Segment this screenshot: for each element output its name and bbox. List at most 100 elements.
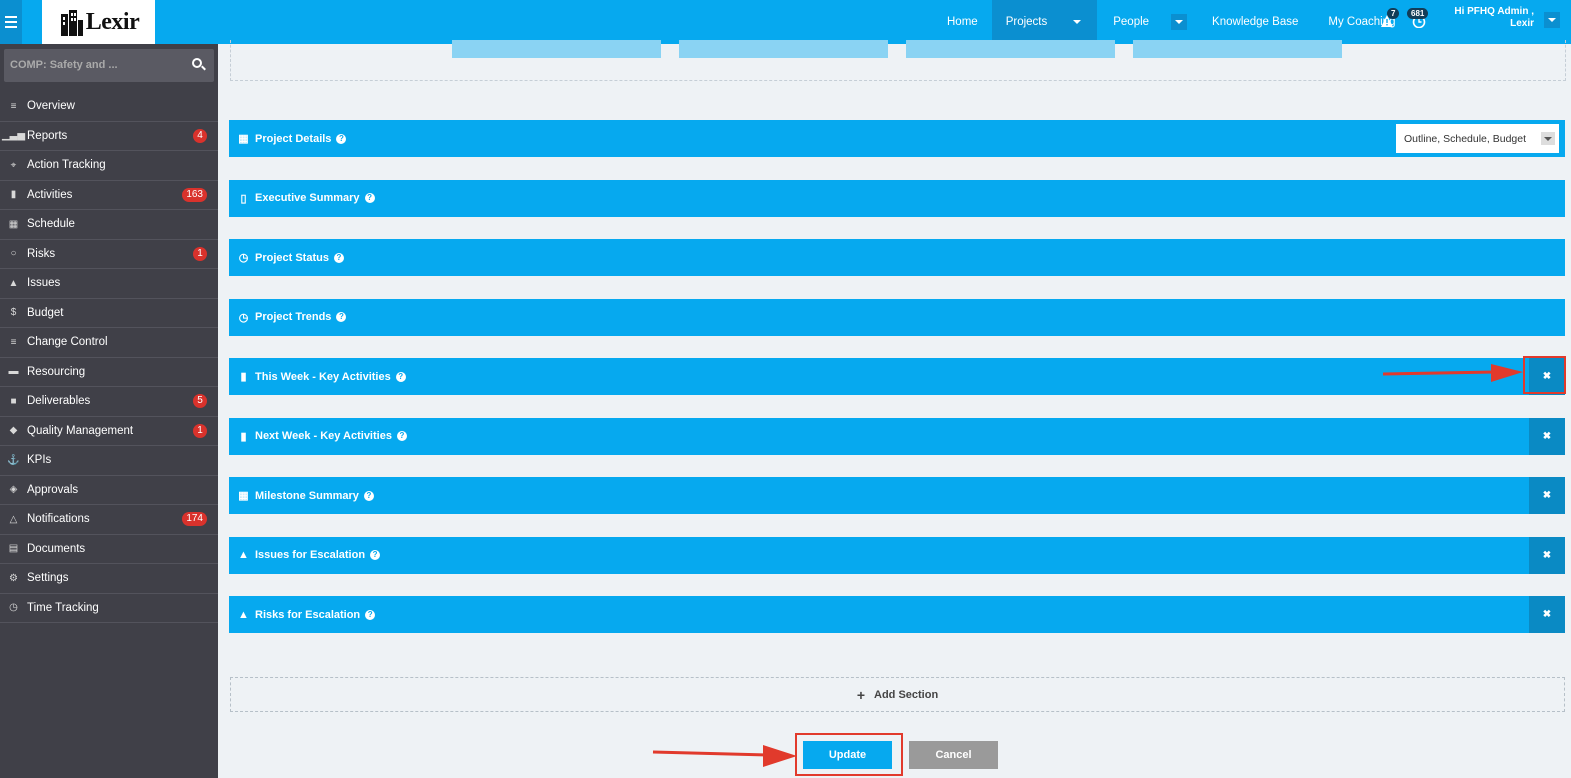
sidebar-item-quality-management[interactable]: ◆ Quality Management 1: [0, 417, 218, 446]
lightbulb-icon: ○: [10, 248, 17, 260]
remove-section-close-icon[interactable]: ✖: [1529, 536, 1565, 574]
nav-home[interactable]: Home: [933, 0, 992, 44]
ticket-icon: ◈: [9, 484, 18, 496]
sidebar-item-label: Action Tracking: [27, 159, 106, 172]
sidebar-item-settings[interactable]: ⚙ Settings: [0, 564, 218, 594]
sidebar-item-label: Schedule: [27, 218, 75, 231]
report-section-project-details[interactable]: ▦ Project Details? Outline, Schedule, Budg…: [229, 120, 1565, 157]
report-section-milestone-summary[interactable]: ▦ Milestone Summary? ✖: [229, 477, 1565, 514]
user-greeting[interactable]: Hi PFHQ Admin , Lexir: [1442, 6, 1534, 30]
nav-knowledge-base[interactable]: Knowledge Base: [1195, 0, 1314, 44]
cancel-button[interactable]: Cancel: [909, 741, 998, 769]
building-icon: [60, 10, 83, 36]
bell-icon: △: [9, 513, 18, 525]
sidebar-item-notifications[interactable]: △ Notifications 174: [0, 505, 218, 535]
count-badge: 163: [182, 187, 207, 202]
files-icon: ▤: [8, 543, 19, 555]
remove-section-close-icon[interactable]: ✖: [1529, 477, 1565, 514]
help-icon[interactable]: ?: [365, 609, 376, 620]
bar-chart-icon: ▁▃▅: [1, 130, 26, 142]
calendar-icon: ▦: [238, 490, 249, 502]
search-icon[interactable]: [192, 58, 202, 68]
help-icon[interactable]: ?: [333, 252, 344, 263]
help-icon[interactable]: ?: [370, 550, 381, 560]
plus-icon: +: [856, 686, 865, 703]
project-search-value: COMP: Safety and ...: [10, 59, 118, 71]
project-search-input[interactable]: COMP: Safety and ...: [4, 49, 214, 82]
template-tile[interactable]: [679, 40, 888, 58]
help-icon[interactable]: ?: [396, 431, 407, 441]
sidebar-item-issues[interactable]: ▲ Issues: [0, 269, 218, 299]
sidebar-item-resourcing[interactable]: ▬ Resourcing: [0, 358, 218, 387]
template-tile[interactable]: [452, 40, 661, 58]
truck-icon: ■: [10, 395, 17, 407]
template-tile[interactable]: [1133, 40, 1342, 58]
sidebar-item-deliverables[interactable]: ■ Deliverables 5: [0, 387, 218, 417]
chevron-down-icon[interactable]: [1171, 14, 1188, 30]
sidebar-item-reports[interactable]: ▁▃▅ Reports 4: [0, 122, 218, 151]
sidebar-item-time-tracking[interactable]: ◷ Time Tracking: [0, 594, 218, 623]
sidebar-item-action-tracking[interactable]: ⌖ Action Tracking: [0, 151, 218, 181]
calendar-icon: ▦: [8, 218, 19, 230]
bookmark-icon: ▮: [10, 189, 17, 201]
user-greeting-name: Hi PFHQ Admin ,: [1454, 6, 1534, 17]
section-options-select[interactable]: Outline, Schedule, Budget: [1396, 124, 1559, 153]
section-title: Executive Summary: [255, 192, 360, 204]
nav-projects[interactable]: Projects: [991, 0, 1098, 44]
report-section-project-status[interactable]: ◷ Project Status?: [229, 239, 1565, 276]
clock-icon: ◷: [9, 602, 18, 614]
report-section-issues-for-escalation[interactable]: ▲ Issues for Escalation? ✖: [229, 536, 1565, 574]
help-icon[interactable]: ?: [364, 193, 375, 203]
sidebar-item-kpis[interactable]: ⚓ KPIs: [0, 446, 218, 476]
sidebar-item-schedule[interactable]: ▦ Schedule: [0, 210, 218, 240]
sidebar-item-approvals[interactable]: ◈ Approvals: [0, 476, 218, 505]
sidebar-item-label: Time Tracking: [27, 601, 99, 614]
section-title: Issues for Escalation: [255, 549, 366, 561]
count-badge: 1: [193, 246, 207, 261]
notifications-button[interactable]: 681: [1407, 8, 1429, 29]
chevron-down-icon[interactable]: [1069, 14, 1086, 30]
clock-icon: ◷: [238, 311, 249, 324]
sidebar-item-risks[interactable]: ○ Risks 1: [0, 240, 218, 269]
sidebar-item-documents[interactable]: ▤ Documents: [0, 535, 218, 564]
anchor-icon: ⚓: [7, 454, 20, 466]
alerts-button[interactable]: 7: [1380, 8, 1400, 28]
user-menu-chevron-icon[interactable]: [1544, 12, 1560, 28]
sidebar-item-label: Risks: [27, 247, 56, 260]
report-section-project-trends[interactable]: ◷ Project Trends?: [229, 298, 1565, 336]
annotation-arrow-icon: [1382, 364, 1523, 382]
help-icon[interactable]: ?: [395, 371, 406, 382]
sidebar-item-label: Approvals: [27, 483, 79, 496]
nav-knowledge-base-label: Knowledge Base: [1212, 16, 1299, 28]
count-badge: 174: [182, 512, 207, 527]
template-dropzone: [230, 40, 1566, 81]
sidebar-item-label: Notifications: [27, 513, 90, 526]
report-section-this-week-key-activities[interactable]: ▮ This Week - Key Activities? ✖: [229, 358, 1565, 395]
sidebar-item-overview[interactable]: ≡ Overview: [0, 92, 218, 122]
menu-icon[interactable]: [0, 0, 22, 44]
sidebar-item-activities[interactable]: ▮ Activities 163: [0, 181, 218, 210]
bookmark-icon: ▮: [240, 430, 247, 443]
nav-people[interactable]: People: [1097, 0, 1195, 44]
chevron-down-icon: [1541, 132, 1555, 145]
add-section-button[interactable]: + Add Section: [230, 677, 1565, 712]
sidebar-item-label: Settings: [27, 572, 69, 585]
list-icon: ≡: [10, 336, 17, 348]
user-greeting-org: Lexir: [1510, 18, 1534, 29]
help-icon[interactable]: ?: [336, 312, 347, 322]
help-icon[interactable]: ?: [363, 490, 374, 501]
notifications-count: 681: [1407, 8, 1429, 19]
remove-section-close-icon[interactable]: ✖: [1529, 596, 1565, 633]
logo[interactable]: Lexir: [42, 0, 155, 44]
help-icon[interactable]: ?: [336, 133, 347, 144]
sidebar-item-change-control[interactable]: ≡ Change Control: [0, 328, 218, 358]
template-tile[interactable]: [906, 40, 1115, 58]
section-title: Project Details: [255, 132, 332, 145]
report-section-executive-summary[interactable]: ▯ Executive Summary?: [229, 179, 1565, 217]
report-section-next-week-key-activities[interactable]: ▮ Next Week - Key Activities? ✖: [229, 417, 1565, 455]
report-section-risks-for-escalation[interactable]: ▲ Risks for Escalation? ✖: [229, 596, 1565, 633]
section-options-value: Outline, Schedule, Budget: [1404, 133, 1527, 145]
sidebar-item-budget[interactable]: $ Budget: [0, 299, 218, 328]
remove-section-close-icon[interactable]: ✖: [1529, 417, 1565, 455]
count-badge: 4: [193, 128, 207, 143]
